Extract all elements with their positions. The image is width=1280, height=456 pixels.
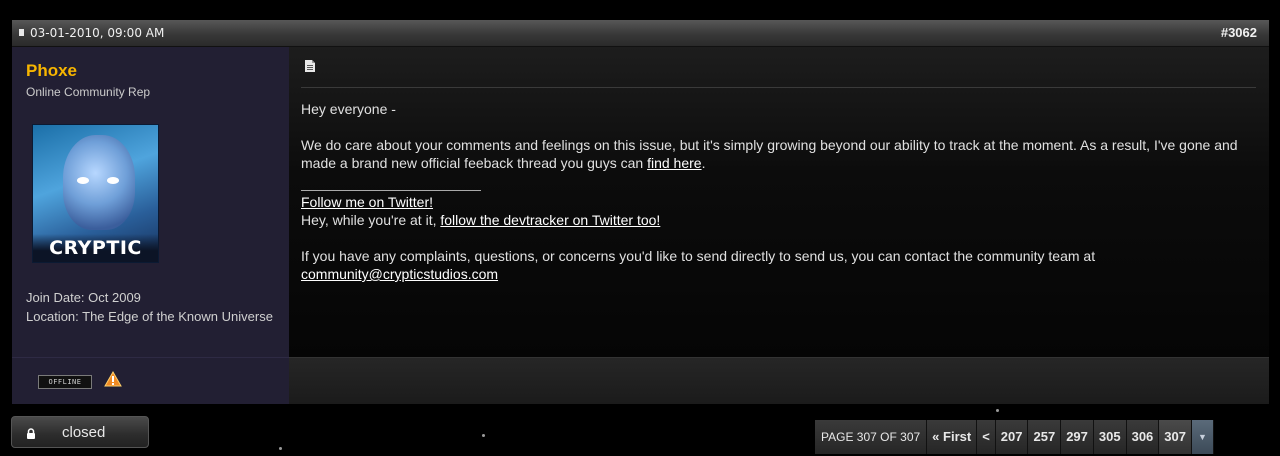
avatar-logo: CRYPTIC (33, 234, 158, 262)
signature-divider (301, 190, 481, 191)
offline-status-badge: OFFLINE (38, 375, 92, 389)
message-text: We do care about your comments and feeli… (301, 137, 1238, 171)
avatar-eye (77, 177, 89, 184)
pagination: PAGE 307 OF 307 « First < 207 257 297 30… (815, 420, 1214, 454)
user-footer: OFFLINE (12, 357, 289, 404)
avatar-face (63, 135, 135, 230)
feedback-thread-link[interactable]: find here (647, 155, 701, 171)
avatar-eye (107, 177, 119, 184)
post-footer (289, 357, 1269, 404)
location: Location: The Edge of the Known Universe (26, 309, 273, 324)
page-menu-dropdown[interactable]: ▼ (1192, 420, 1214, 454)
date-bullet-icon (19, 29, 24, 36)
post-message: Hey everyone - We do care about your com… (301, 100, 1251, 301)
first-page-link[interactable]: « First (927, 420, 978, 454)
signature: Follow me on Twitter! Hey, while you're … (301, 193, 1251, 229)
message-greeting: Hey everyone - (301, 101, 396, 117)
twitter-link[interactable]: Follow me on Twitter! (301, 194, 433, 210)
avatar[interactable]: CRYPTIC (32, 124, 159, 263)
post-header: 03-01-2010, 09:00 AM #3062 (12, 20, 1269, 47)
decorative-dot (482, 434, 485, 437)
message-paragraph: We do care about your comments and feeli… (301, 136, 1251, 172)
forum-post: 03-01-2010, 09:00 AM #3062 Phoxe Online … (12, 20, 1269, 404)
warning-icon[interactable] (104, 370, 122, 392)
message-paragraph: If you have any complaints, questions, o… (301, 247, 1251, 283)
user-title: Online Community Rep (26, 85, 151, 99)
username[interactable]: Phoxe (26, 61, 77, 81)
page-link[interactable]: 306 (1126, 420, 1160, 454)
current-page: 307 (1159, 420, 1192, 454)
closed-label: closed (62, 424, 106, 441)
decorative-dot (996, 409, 999, 412)
page-link[interactable]: 297 (1061, 420, 1094, 454)
signature-text: Hey, while you're at it, (301, 212, 441, 228)
page-link[interactable]: 257 (1028, 420, 1062, 454)
post-body: Hey everyone - We do care about your com… (289, 47, 1269, 357)
page-indicator: PAGE 307 OF 307 (815, 420, 928, 454)
join-date: Join Date: Oct 2009 (26, 290, 141, 305)
lock-icon (26, 427, 36, 445)
prev-page-link[interactable]: < (977, 420, 996, 454)
page-link[interactable]: 305 (1093, 420, 1127, 454)
user-info-panel: Phoxe Online Community Rep CRYPTIC Join … (12, 47, 289, 357)
post-number-link[interactable]: #3062 (1221, 25, 1257, 40)
message-text: . (701, 155, 706, 171)
community-email-link[interactable]: community@crypticstudios.com (301, 266, 498, 282)
user-stats: Join Date: Oct 2009 Location: The Edge o… (26, 288, 276, 326)
decorative-dot (279, 447, 282, 450)
avatar-logo-text: CRYPTIC (49, 237, 142, 259)
devtracker-twitter-link[interactable]: follow the devtracker on Twitter too! (440, 212, 660, 228)
post-divider (301, 87, 1256, 88)
post-date: 03-01-2010, 09:00 AM (30, 26, 165, 40)
thread-closed-button[interactable]: closed (11, 416, 149, 448)
message-text: If you have any complaints, questions, o… (301, 248, 1096, 264)
page-link[interactable]: 207 (995, 420, 1029, 454)
document-icon (304, 59, 316, 78)
